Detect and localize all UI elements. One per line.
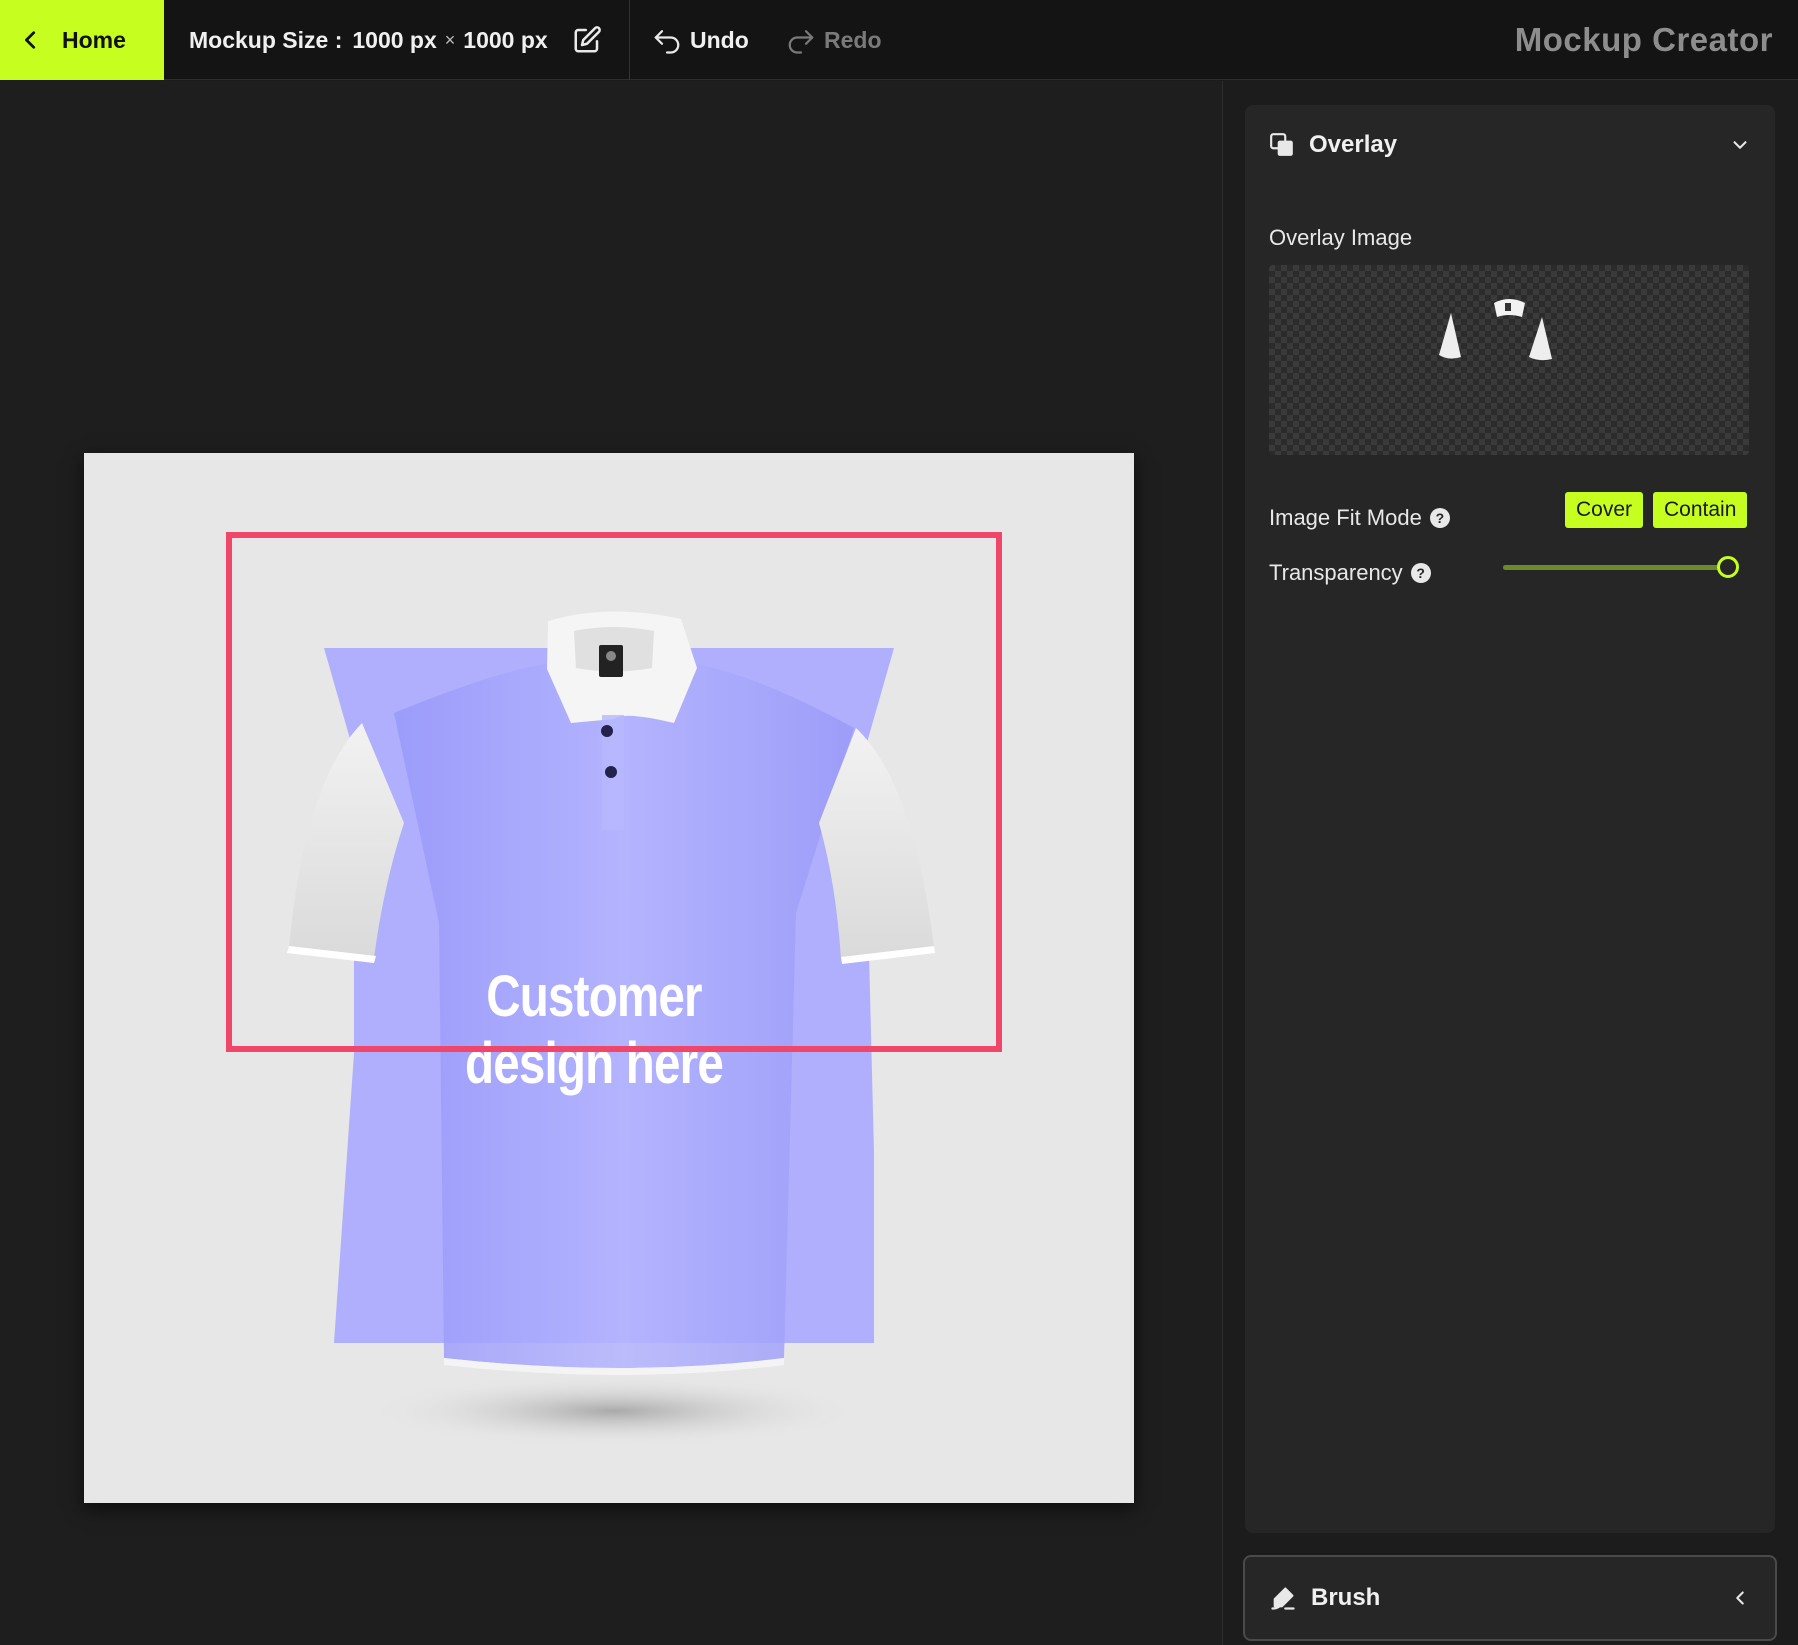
fit-contain-button[interactable]: Contain: [1653, 492, 1748, 528]
redo-label: Redo: [824, 26, 882, 53]
app-title: Mockup Creator: [1514, 21, 1773, 58]
help-icon[interactable]: ?: [1410, 563, 1431, 583]
collar-overlay-preview: [1439, 299, 1552, 361]
mockup-canvas[interactable]: Customer design here: [84, 453, 1134, 1503]
undo-button[interactable]: Undo: [652, 0, 749, 80]
overlay-image-thumbnail[interactable]: [1269, 265, 1749, 455]
overlay-icon: [1270, 133, 1293, 156]
overlay-image-label: Overlay Image: [1269, 225, 1413, 250]
brush-title: Brush: [1311, 1584, 1381, 1611]
mockup-size-display: Mockup Size : 1000 px × 1000 px: [164, 0, 630, 80]
overlay-section-header[interactable]: Overlay: [1245, 105, 1775, 185]
chevron-left-icon: [25, 31, 36, 49]
help-icon[interactable]: ?: [1429, 508, 1450, 528]
times-symbol: ×: [444, 29, 456, 50]
image-fit-mode-label: Image Fit Mode: [1269, 505, 1422, 530]
transparency-slider[interactable]: [1503, 565, 1728, 570]
undo-icon: [654, 30, 680, 54]
transparency-slider-thumb[interactable]: [1717, 556, 1739, 578]
edit-icon[interactable]: [572, 25, 602, 55]
brush-section-header[interactable]: Brush: [1243, 1555, 1777, 1641]
transparency-label: Transparency: [1269, 560, 1403, 585]
home-button[interactable]: Home: [0, 0, 164, 80]
overlay-section: Overlay Overlay Image Image Fit Mode ? C…: [1245, 105, 1775, 1533]
canvas-area: Customer design here: [0, 81, 1222, 1645]
undo-label: Undo: [690, 26, 749, 53]
mockup-width-value: 1000 px: [352, 26, 437, 53]
top-toolbar: Home Mockup Size : 1000 px × 1000 px Und…: [0, 0, 1798, 80]
fit-cover-button[interactable]: Cover: [1565, 492, 1644, 528]
redo-icon: [788, 30, 814, 54]
home-label: Home: [62, 26, 126, 53]
chevron-left-icon: [1736, 1591, 1744, 1605]
transparency-row: Transparency ?: [1269, 560, 1431, 586]
right-panel: Overlay Overlay Image Image Fit Mode ? C…: [1222, 81, 1798, 1645]
overlay-title: Overlay: [1309, 131, 1398, 158]
mockup-height-value: 1000 px: [463, 26, 548, 53]
redo-button[interactable]: Redo: [786, 0, 882, 80]
chevron-down-icon: [1733, 141, 1747, 149]
brush-icon: [1271, 1587, 1295, 1610]
mockup-size-prefix: Mockup Size :: [189, 26, 343, 53]
print-area-box[interactable]: [226, 532, 1002, 1052]
image-fit-mode-row: Image Fit Mode ?: [1269, 505, 1450, 531]
transparency-slider-fill: [1503, 565, 1728, 570]
